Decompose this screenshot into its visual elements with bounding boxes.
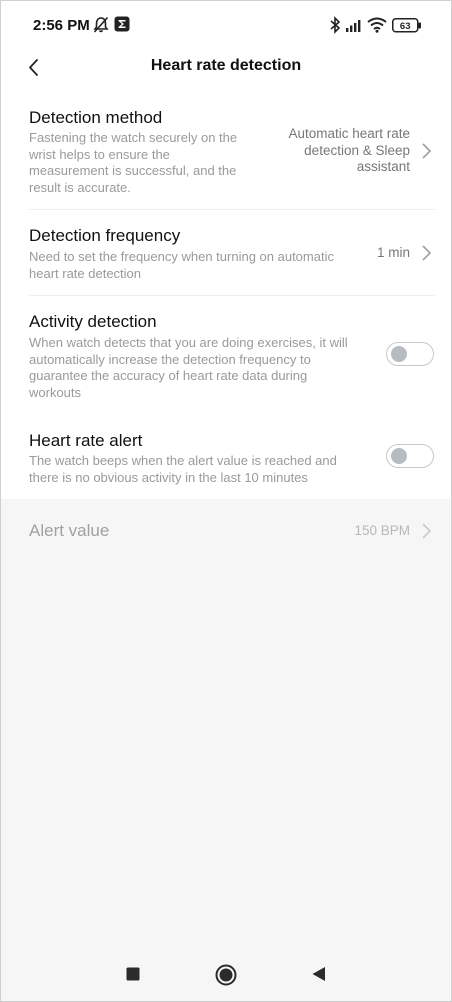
signal-icon [345,18,363,38]
chevron-right-icon [422,245,432,261]
activity-detection-title: Activity detection [29,312,157,331]
detection-method-value-line1: Automatic heart rate [288,126,410,141]
screen: 2:56 PM 63 Heart rate detection Detectio… [0,0,452,1002]
detection-method-title: Detection method [29,108,163,127]
detection-frequency-row[interactable]: Detection frequency Need to set the freq… [1,210,451,295]
chevron-right-icon [422,523,432,539]
page-title: Heart rate detection [150,57,302,74]
detection-frequency-value: 1 min [376,245,410,260]
activity-detection-row: Activity detection When watch detects th… [1,296,451,413]
heart-rate-alert-toggle[interactable] [386,444,434,468]
battery-icon: 63 [392,18,422,38]
wifi-icon [367,17,387,38]
toggle-knob [391,448,407,464]
detection-method-value-line2: detection & Sleep [304,142,410,158]
app-notification-icon [114,16,130,38]
battery-level: 63 [400,21,411,32]
activity-detection-toggle[interactable] [386,342,434,366]
detection-method-description: Fastening the watch securely on the wris… [29,130,238,195]
heart-rate-alert-description: The watch beeps when the alert value is … [29,453,337,485]
status-time: 2:56 PM [33,17,90,34]
square-icon [126,967,140,981]
detection-method-value: Automatic heart rate detection & Sleep a… [240,126,410,176]
home-button[interactable] [215,964,237,991]
settings-list: Detection method Fastening the watch sec… [1,95,451,499]
chevron-right-icon [422,143,432,159]
heart-rate-alert-title: Heart rate alert [29,431,143,450]
detection-method-value-line3: assistant [356,159,410,174]
heart-rate-alert-row: Heart rate alert The watch beeps when th… [1,413,451,499]
alert-value-row[interactable]: Alert value 150 BPM [1,499,451,563]
app-header: Heart rate detection [1,51,451,95]
circle-icon [215,964,237,986]
bluetooth-icon [330,16,341,39]
back-nav-button[interactable] [311,966,327,987]
toggle-knob [391,346,407,362]
alert-value-value: 150 BPM [354,523,410,538]
detection-frequency-title: Detection frequency [29,226,181,245]
alert-value-title: Alert value [29,521,110,540]
navigation-bar [1,947,451,1001]
detection-method-row[interactable]: Detection method Fastening the watch sec… [1,95,451,209]
triangle-back-icon [312,967,325,981]
status-bar: 2:56 PM 63 [1,1,451,51]
activity-detection-description: When watch detects that you are doing ex… [29,335,348,400]
detection-frequency-description: Need to set the frequency when turning o… [29,249,334,281]
recent-apps-button[interactable] [126,967,140,986]
alarm-off-icon [93,16,109,39]
